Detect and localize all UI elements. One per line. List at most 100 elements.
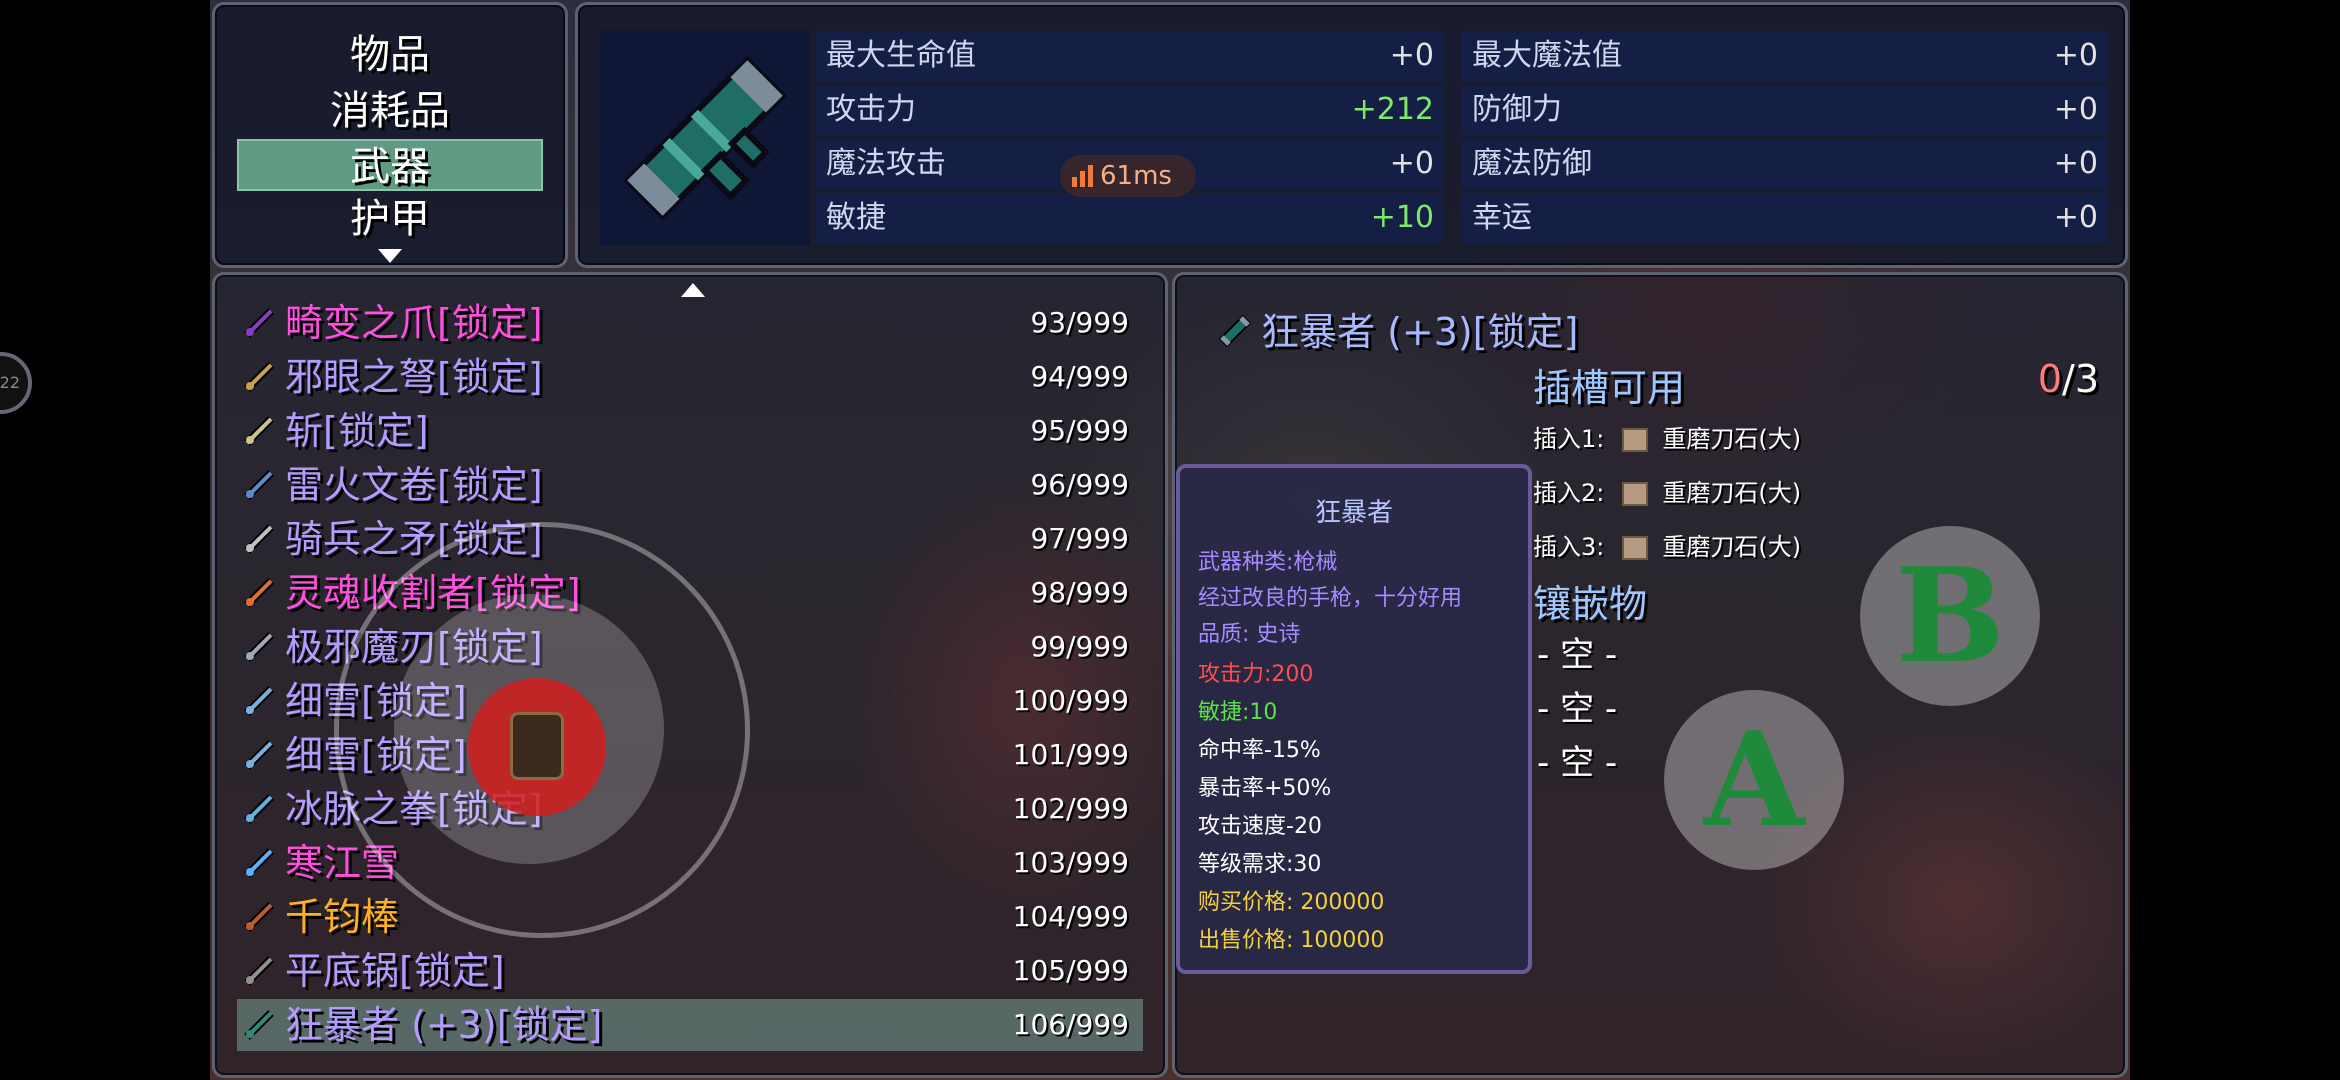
katana-icon <box>241 737 277 773</box>
item-count: 97/999 <box>1030 522 1129 555</box>
player-avatar-icon <box>510 712 564 780</box>
crossbow-icon <box>241 359 277 395</box>
blade-icon <box>241 629 277 665</box>
tooltip-line: 攻击力:200 <box>1198 662 1314 687</box>
slot-label: 插入2: <box>1533 479 1605 507</box>
slot-line-1[interactable]: 插入1: 重磨刀石(大) <box>1533 419 1801 454</box>
slots-used: 0 <box>2037 357 2063 401</box>
item-row[interactable]: 骑兵之矛[锁定] 97/999 <box>237 513 1143 565</box>
slots-count: 0/3 <box>2038 357 2099 401</box>
slot-line-2[interactable]: 插入2: 重磨刀石(大) <box>1533 473 1801 508</box>
slot-label: 插入1: <box>1533 425 1605 453</box>
inlay-slot-2[interactable]: - 空 - <box>1537 681 1617 730</box>
item-count: 106/999 <box>1012 1008 1129 1041</box>
b-button[interactable]: B <box>1860 526 2040 706</box>
item-name: 畸变之爪[锁定] <box>285 301 543 345</box>
tooltip-line: 暴击率+50% <box>1198 776 1332 801</box>
item-name: 邪眼之弩[锁定] <box>285 355 543 399</box>
side-menu-handle[interactable]: 22 <box>0 352 32 414</box>
item-count: 105/999 <box>1012 954 1129 987</box>
item-name: 雷火文卷[锁定] <box>285 463 543 507</box>
tooltip-line: 命中率-15% <box>1198 738 1321 763</box>
stat-magic-defense: 魔法防御 +0 <box>1462 139 2108 189</box>
tooltip-line: 武器种类:枪械 <box>1198 550 1338 575</box>
item-name: 狂暴者 (+3)[锁定] <box>285 1003 603 1047</box>
item-tooltip: 狂暴者 武器种类:枪械经过改良的手枪，十分好用 品质: 史诗 攻击力:200 敏捷:1… <box>1176 464 1532 974</box>
tooltip-title: 狂暴者 <box>1314 498 1393 528</box>
stat-max-hp: 最大生命值 +0 <box>816 31 1444 81</box>
category-items[interactable]: 物品 <box>237 29 543 81</box>
item-count: 93/999 <box>1030 306 1129 339</box>
category-consumables[interactable]: 消耗品 <box>237 85 543 137</box>
signal-bars-icon <box>1072 165 1094 187</box>
inlay-header: 镶嵌物 <box>1533 582 1648 626</box>
item-count: 103/999 <box>1012 846 1129 879</box>
slot-line-3[interactable]: 插入3: 重磨刀石(大) <box>1533 527 1801 562</box>
tooltip-line: 等级需求:30 <box>1198 852 1322 877</box>
stat-defense: 防御力 +0 <box>1462 85 2108 135</box>
b-button-label: B <box>1895 539 2005 692</box>
item-name: 千钧棒 <box>285 895 400 939</box>
spear-icon <box>241 521 277 557</box>
scythe-icon <box>241 575 277 611</box>
inlay-slot-3[interactable]: - 空 - <box>1537 735 1617 784</box>
item-count: 96/999 <box>1030 468 1129 501</box>
pan-icon <box>241 953 277 989</box>
item-count: 102/999 <box>1012 792 1129 825</box>
scroll-icon <box>241 467 277 503</box>
item-count: 94/999 <box>1030 360 1129 393</box>
whetstone-icon <box>1622 482 1649 506</box>
item-row[interactable]: 畸变之爪[锁定] 93/999 <box>237 297 1143 349</box>
a-button-label: A <box>1703 703 1805 856</box>
tooltip-line: 敏捷:10 <box>1198 700 1278 725</box>
slot-gem: 重磨刀石(大) <box>1662 479 1802 507</box>
tooltip-line: 经过改良的手枪，十分好用 <box>1198 586 1463 611</box>
rocket-launcher-icon <box>622 55 788 221</box>
item-row[interactable]: 斩[锁定] 95/999 <box>237 405 1143 457</box>
detail-title: 狂暴者 (+3)[锁定] <box>1261 310 1579 354</box>
item-count: 100/999 <box>1012 684 1129 717</box>
slot-gem: 重磨刀石(大) <box>1662 533 1802 561</box>
inlay-slot-1[interactable]: - 空 - <box>1537 627 1617 676</box>
whetstone-icon <box>1622 536 1649 560</box>
item-name: 平底锅[锁定] <box>285 949 505 993</box>
item-count: 101/999 <box>1012 738 1129 771</box>
item-name: 斩[锁定] <box>285 409 429 453</box>
category-panel: 物品 消耗品 武器 护甲 <box>212 2 568 268</box>
tooltip-line: 购买价格: 200000 <box>1198 890 1385 915</box>
slot-label: 插入3: <box>1533 533 1605 561</box>
stat-agility: 敏捷 +10 <box>816 193 1444 243</box>
item-row[interactable]: 狂暴者 (+3)[锁定] 106/999 <box>237 999 1143 1051</box>
scroll-up-arrow-icon[interactable] <box>681 283 705 297</box>
weapon-preview <box>600 31 810 245</box>
item-count: 95/999 <box>1030 414 1129 447</box>
item-count: 98/999 <box>1030 576 1129 609</box>
stats-panel: 最大生命值 +0 最大魔法值 +0 攻击力 +212 防御力 +0 魔法攻击 +… <box>575 2 2128 268</box>
fist-icon <box>241 791 277 827</box>
category-weapons[interactable]: 武器 <box>237 139 543 191</box>
item-row[interactable]: 邪眼之弩[锁定] 94/999 <box>237 351 1143 403</box>
item-row[interactable]: 千钧棒 104/999 <box>237 891 1143 943</box>
a-button[interactable]: A <box>1664 690 1844 870</box>
tooltip-line: 出售价格: 100000 <box>1198 928 1385 953</box>
slot-gem: 重磨刀石(大) <box>1662 425 1802 453</box>
tooltip-line: 攻击速度-20 <box>1198 814 1322 839</box>
item-row[interactable]: 平底锅[锁定] 105/999 <box>237 945 1143 997</box>
sword-icon <box>241 413 277 449</box>
tooltip-line: 品质: 史诗 <box>1198 622 1301 647</box>
item-row[interactable]: 雷火文卷[锁定] 96/999 <box>237 459 1143 511</box>
item-count: 104/999 <box>1012 900 1129 933</box>
gun-icon <box>241 1007 277 1043</box>
slots-total: /3 <box>2062 357 2099 401</box>
katana-icon <box>241 683 277 719</box>
ping-value: 61ms <box>1100 161 1172 191</box>
scroll-down-arrow-icon[interactable] <box>378 249 402 263</box>
gun-icon <box>1218 314 1252 348</box>
item-count: 99/999 <box>1030 630 1129 663</box>
category-armor[interactable]: 护甲 <box>237 193 543 245</box>
stat-luck: 幸运 +0 <box>1462 193 2108 243</box>
ping-badge: 61ms <box>1060 155 1196 197</box>
stat-max-mp: 最大魔法值 +0 <box>1462 31 2108 81</box>
stat-attack: 攻击力 +212 <box>816 85 1444 135</box>
ice-sword-icon <box>241 845 277 881</box>
